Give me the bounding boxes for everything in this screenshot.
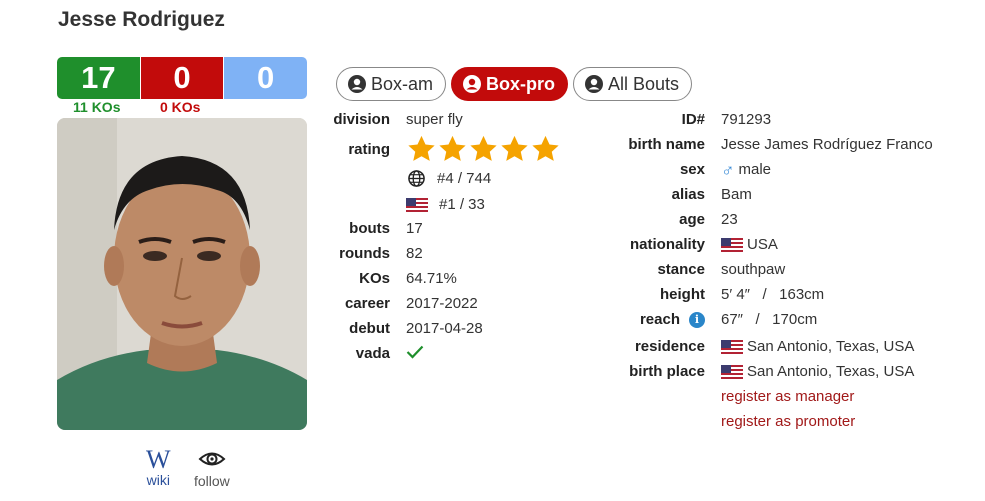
birth-name-value: Jesse James Rodríguez Franco [721, 136, 933, 153]
birth-place-value: San Antonio, Texas, USA [721, 363, 914, 380]
nationality-text: USA [747, 236, 778, 253]
id-value: 791293 [721, 111, 772, 128]
info-icon[interactable]: i [689, 312, 705, 328]
register-manager-link[interactable]: register as manager [721, 388, 854, 405]
right-stats: ID# 791293 birth name Jesse James Rodríg… [0, 0, 985, 501]
alias-label: alias [671, 186, 705, 203]
reach-label: reach [639, 311, 680, 328]
birth-name-label: birth name [628, 136, 705, 153]
height-value: 5′ 4″ / 163cm [721, 286, 825, 303]
stance-value: southpaw [721, 261, 786, 278]
register-promoter-link[interactable]: register as promoter [721, 413, 855, 430]
residence-value: San Antonio, Texas, USA [721, 338, 914, 355]
id-label: ID# [681, 111, 705, 128]
residence-text: San Antonio, Texas, USA [747, 338, 915, 355]
birth-place-label: birth place [629, 363, 705, 380]
nationality-label: nationality [629, 236, 705, 253]
sex-label: sex [679, 161, 705, 178]
sex-value: ♂ male [721, 159, 772, 180]
nationality-value: USA [721, 236, 778, 253]
stance-label: stance [657, 261, 705, 278]
sex-text: male [738, 161, 772, 178]
usa-flag-icon [721, 339, 743, 354]
birth-place-text: San Antonio, Texas, USA [747, 363, 915, 380]
usa-flag-icon [721, 364, 743, 379]
usa-flag-icon [721, 237, 743, 252]
residence-label: residence [634, 338, 705, 355]
alias-value: Bam [721, 186, 752, 203]
height-label: height [660, 286, 705, 303]
age-value: 23 [721, 211, 738, 228]
age-label: age [679, 211, 705, 228]
male-symbol-icon: ♂ [721, 159, 735, 180]
reach-value: 67″ / 170cm [721, 311, 818, 328]
